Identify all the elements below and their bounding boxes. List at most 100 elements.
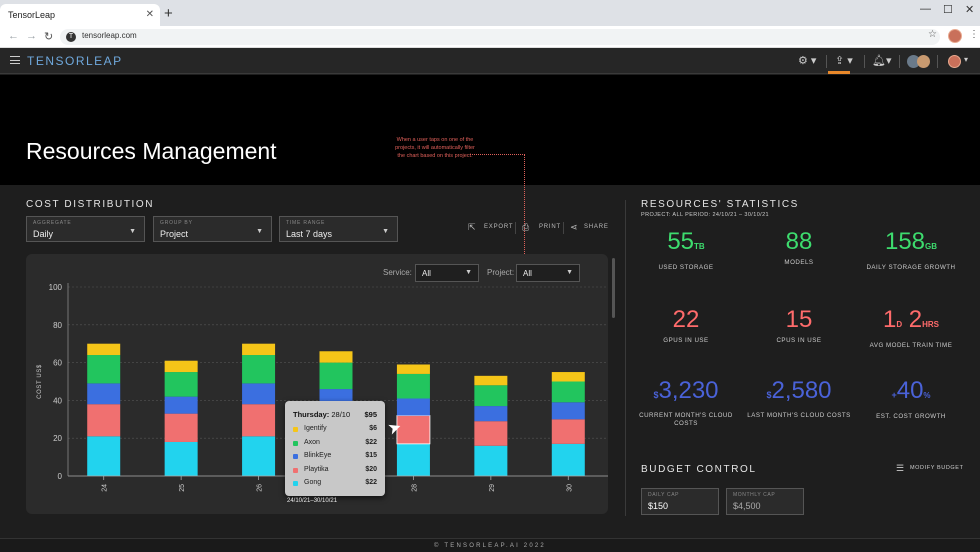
time-range-label: TIME RANGE [286,220,326,226]
stat-value: $3,230 [631,377,741,409]
time-range-value: Last 7 days [286,229,333,239]
stat-number: 22 [672,306,700,333]
stat-card: 15 CPUS IN USE [744,306,854,345]
print-button[interactable]: PRINT [539,224,561,230]
bookmark-star-icon[interactable]: ☆ [928,29,937,40]
tooltip-row: Axon $22 [293,439,377,449]
maximize-icon[interactable]: ☐ [943,3,953,16]
monthly-cap-field[interactable]: MONTHLY CAP $4,500 [726,488,804,515]
legend-swatch [293,440,298,446]
bar-segment [396,373,430,399]
bar-segment [242,404,276,437]
export-box-icon[interactable]: ⇪ ▾ [835,54,853,67]
brand-logo[interactable]: TENSORLEAP [27,54,123,68]
group-by-value: Project [160,229,189,239]
browser-profile-avatar[interactable] [948,29,962,43]
address-bar: ← → ↻ T tensorleap.com [0,26,980,48]
tab-title: TensorLeap [8,10,56,20]
url-input[interactable]: T tensorleap.com [60,29,940,45]
stat-unit: TB [694,242,705,251]
forward-icon[interactable]: → [26,30,37,42]
bar-segment [242,436,276,476]
browser-tab[interactable]: TensorLeap ✕ [0,4,160,26]
bar-segment [164,441,198,476]
toolbar-divider [515,222,516,234]
daily-cap-value: $150 [648,501,669,511]
bar-segment [87,343,121,356]
close-tab-icon[interactable]: ✕ [146,9,154,20]
stat-value: +40% [856,377,966,410]
share-button[interactable]: SHARE [584,224,609,230]
y-tick-label: 100 [49,283,63,292]
legend-swatch [293,481,298,486]
modify-budget-button[interactable]: MODIFY BUDGET [910,465,964,471]
bar-segment [319,351,353,363]
y-tick-label: 40 [53,396,62,405]
bar-segment [474,421,508,446]
stat-number: 2 [902,306,923,333]
tooltip-day: Thursday: [293,410,330,419]
export-icon[interactable]: ⇱ [468,222,476,233]
active-nav-indicator [828,71,850,74]
url-text: tensorleap.com [82,31,137,40]
resources-statistics-title: RESOURCES' STATISTICS [641,199,799,210]
team-avatar[interactable] [917,55,930,68]
chevron-down-icon[interactable]: ▾ [964,55,968,64]
tooltip-row-value: $22 [365,479,377,486]
x-tick-label: 29 [489,484,496,492]
page-hero: Resources Management When a user taps on… [0,75,980,344]
tooltip-row: Gong $22 [293,479,377,489]
stat-card: 158GB DAILY STORAGE GROWTH [856,228,966,272]
stat-card: $2,580 LAST MONTH'S CLOUD COSTS [744,377,854,420]
export-button[interactable]: EXPORT [484,224,513,230]
bar-segment [164,413,198,442]
bar-segment [242,383,276,405]
tooltip-row-value: $22 [365,438,377,446]
back-icon[interactable]: ← [8,30,19,42]
stat-value: 1D 2HRS [856,306,966,339]
bar-segment [87,355,121,384]
minimize-icon[interactable]: — [920,3,931,15]
aggregate-select[interactable]: AGGREGATE Daily ▼ [26,216,145,242]
stat-card: +40% EST. COST GROWTH [856,377,966,421]
stat-label: GPUS IN USE [663,337,709,344]
print-icon[interactable]: ⎙ [522,222,529,233]
header-divider [826,55,827,68]
resources-icon[interactable]: ⚙ ▾ [798,54,816,67]
close-window-icon[interactable]: ✕ [965,3,974,16]
daily-cap-field[interactable]: DAILY CAP $150 [641,488,719,515]
aggregate-value: Daily [33,229,54,239]
browser-tab-bar: TensorLeap ✕ + — ☐ ✕ [0,0,980,26]
stat-label: AVG MODEL TRAIN TIME [869,342,953,349]
legend-swatch [293,467,298,473]
stat-card: 88 MODELS [744,228,854,267]
x-tick-label: 28 [411,484,418,492]
tooltip-row-value: $6 [369,425,377,432]
page-title: Resources Management [26,138,277,164]
panel-divider [625,200,626,516]
bar-segment [474,385,508,407]
browser-menu-icon[interactable]: ⋮ [969,29,979,40]
group-by-select[interactable]: GROUP BY Project ▼ [153,216,272,242]
stat-unit: % [923,391,931,400]
stat-number: 158 [884,228,926,255]
stat-label: LAST MONTH'S CLOUD COSTS [747,412,851,419]
notifications-bell-icon[interactable]: 🔔︎▾ [872,54,892,67]
reload-icon[interactable]: ↻ [44,30,53,43]
user-avatar[interactable] [948,55,961,68]
bar-segment [474,445,508,476]
stat-card: 1D 2HRS AVG MODEL TRAIN TIME [856,306,966,350]
scrollbar[interactable] [612,258,615,318]
new-tab-icon[interactable]: + [164,5,173,22]
share-icon[interactable]: ⋖ [570,222,578,233]
y-tick-label: 80 [53,321,62,330]
time-range-select[interactable]: TIME RANGE Last 7 days ▼ [279,216,398,242]
sliders-icon[interactable]: ☰ [896,463,904,474]
stat-number: 40 [896,377,924,404]
daily-cap-label: DAILY CAP [648,492,680,498]
site-icon: T [66,32,76,42]
stat-value: 158GB [856,228,966,261]
x-tick-label: 25 [179,484,186,492]
hamburger-menu-icon[interactable] [10,56,20,64]
stat-number: 3,230 [658,377,719,404]
